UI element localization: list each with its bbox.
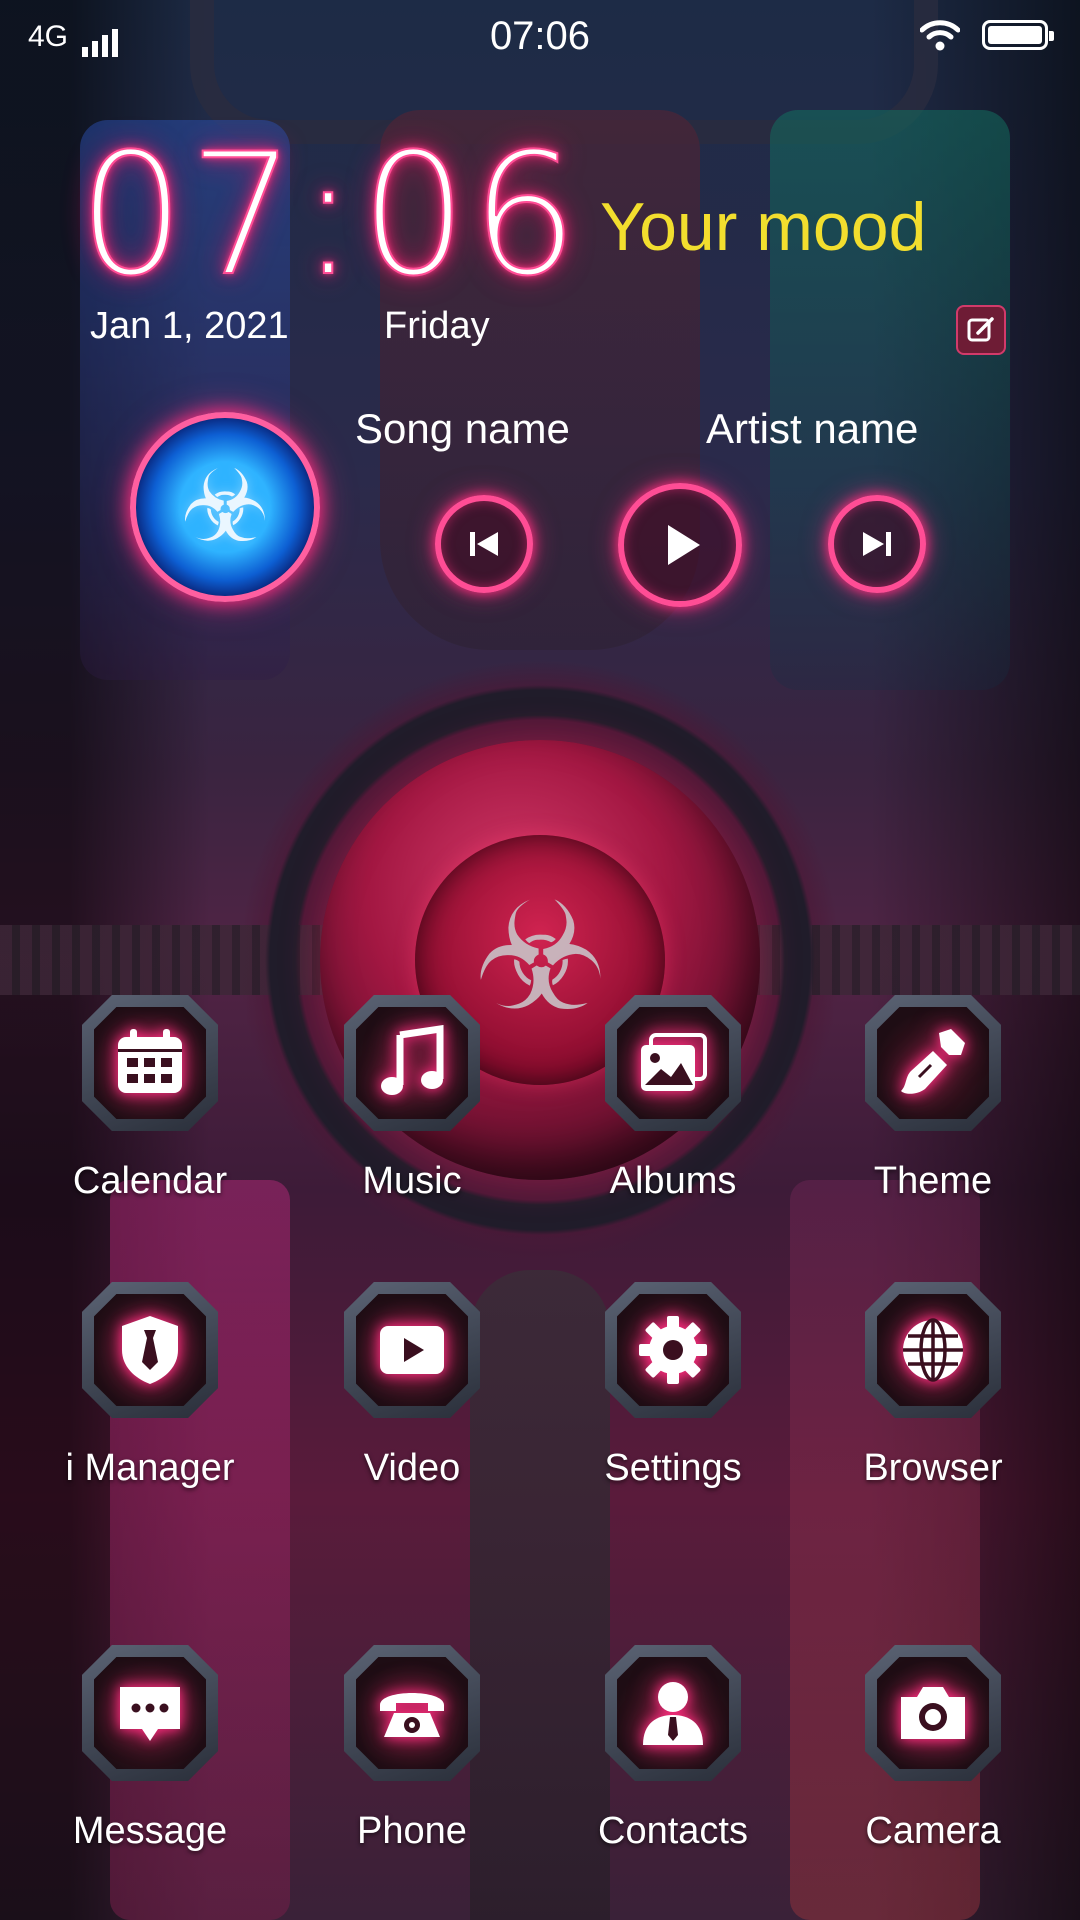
app-calendar[interactable]: Calendar bbox=[30, 995, 270, 1255]
wifi-icon bbox=[920, 20, 960, 51]
app-music[interactable]: Music bbox=[292, 995, 532, 1255]
app-phone[interactable]: Phone bbox=[292, 1645, 532, 1905]
app-browser[interactable]: Browser bbox=[813, 1282, 1053, 1542]
app-label: Settings bbox=[604, 1447, 742, 1489]
telephone-icon bbox=[380, 1693, 444, 1737]
biohazard-icon: ☣ bbox=[180, 451, 270, 563]
clock-widget-time[interactable]: 07:06 bbox=[77, 129, 582, 301]
previous-track-button[interactable] bbox=[435, 495, 533, 593]
clock-widget-date: Jan 1, 2021 bbox=[90, 305, 289, 347]
next-track-button[interactable] bbox=[828, 495, 926, 593]
photos-icon bbox=[641, 1033, 707, 1091]
album-art[interactable]: ☣ bbox=[130, 412, 320, 602]
music-note-icon bbox=[381, 1025, 444, 1095]
chat-bubble-icon bbox=[120, 1687, 180, 1741]
person-icon bbox=[643, 1682, 703, 1745]
song-name: Song name bbox=[355, 405, 570, 452]
battery-icon bbox=[982, 20, 1054, 50]
app-label: Contacts bbox=[598, 1810, 748, 1852]
camera-icon bbox=[901, 1687, 965, 1739]
app-camera[interactable]: Camera bbox=[813, 1645, 1053, 1905]
wallpaper-gear-rail bbox=[0, 925, 1080, 995]
shield-tie-icon bbox=[122, 1316, 178, 1384]
app-label: Calendar bbox=[72, 1160, 228, 1202]
app-label: Phone bbox=[357, 1810, 467, 1852]
app-label: Message bbox=[72, 1810, 228, 1852]
status-time: 07:06 bbox=[489, 14, 591, 58]
app-albums[interactable]: Albums bbox=[553, 995, 793, 1255]
globe-icon bbox=[903, 1318, 963, 1382]
app-label: Browser bbox=[863, 1447, 1003, 1489]
calendar-icon bbox=[118, 1029, 182, 1093]
clock-widget-weekday: Friday bbox=[384, 305, 490, 347]
play-icon bbox=[668, 525, 700, 565]
gear-icon bbox=[639, 1316, 707, 1384]
app-label: Video bbox=[363, 1447, 461, 1489]
app-label: Theme bbox=[873, 1160, 993, 1202]
mood-text[interactable]: Your mood bbox=[600, 188, 926, 266]
paint-brush-icon bbox=[901, 1029, 965, 1094]
app-i-manager[interactable]: i Manager bbox=[30, 1282, 270, 1542]
app-label: Music bbox=[362, 1160, 462, 1202]
app-theme[interactable]: Theme bbox=[813, 995, 1053, 1255]
app-settings[interactable]: Settings bbox=[553, 1282, 793, 1542]
edit-icon bbox=[967, 317, 994, 342]
status-bar: 4G 07:06 bbox=[0, 0, 1080, 72]
app-contacts[interactable]: Contacts bbox=[553, 1645, 793, 1905]
app-message[interactable]: Message bbox=[30, 1645, 270, 1905]
app-label: i Manager bbox=[65, 1447, 235, 1489]
edit-mood-button[interactable] bbox=[956, 305, 1006, 355]
app-video[interactable]: Video bbox=[292, 1282, 532, 1542]
skip-previous-icon bbox=[470, 532, 498, 556]
artist-name: Artist name bbox=[706, 405, 919, 452]
skip-next-icon bbox=[863, 532, 891, 556]
app-label: Camera bbox=[865, 1810, 1001, 1852]
play-video-icon bbox=[380, 1326, 444, 1374]
app-label: Albums bbox=[609, 1160, 737, 1202]
play-button[interactable] bbox=[618, 483, 742, 607]
